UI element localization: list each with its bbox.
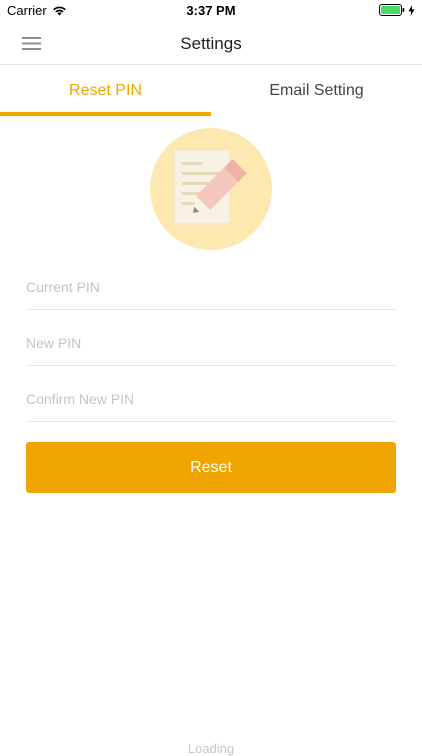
loading-text: Loading — [187, 741, 235, 756]
tab-bar: Reset PIN Email Setting — [0, 65, 422, 116]
confirm-pin-input[interactable] — [26, 366, 396, 421]
current-pin-input[interactable] — [26, 254, 396, 309]
status-time: 3:37 PM — [186, 3, 236, 18]
battery-icon — [379, 4, 405, 16]
tab-reset-pin[interactable]: Reset PIN — [0, 65, 211, 116]
navigation-bar: Settings — [0, 22, 422, 65]
charging-bolt-icon — [408, 4, 415, 16]
illustration — [150, 128, 272, 250]
status-battery-group — [379, 4, 415, 16]
current-pin-field[interactable] — [26, 254, 396, 310]
confirm-pin-field[interactable] — [26, 366, 396, 422]
new-pin-input[interactable] — [26, 310, 396, 365]
edit-document-icon — [150, 128, 272, 250]
status-bar: Carrier 3:37 PM — [0, 0, 422, 22]
active-tab-indicator — [0, 112, 211, 116]
page-title: Settings — [180, 34, 242, 53]
new-pin-field[interactable] — [26, 310, 396, 366]
reset-button[interactable]: Reset — [26, 442, 396, 493]
tab-email-setting[interactable]: Email Setting — [211, 65, 422, 116]
